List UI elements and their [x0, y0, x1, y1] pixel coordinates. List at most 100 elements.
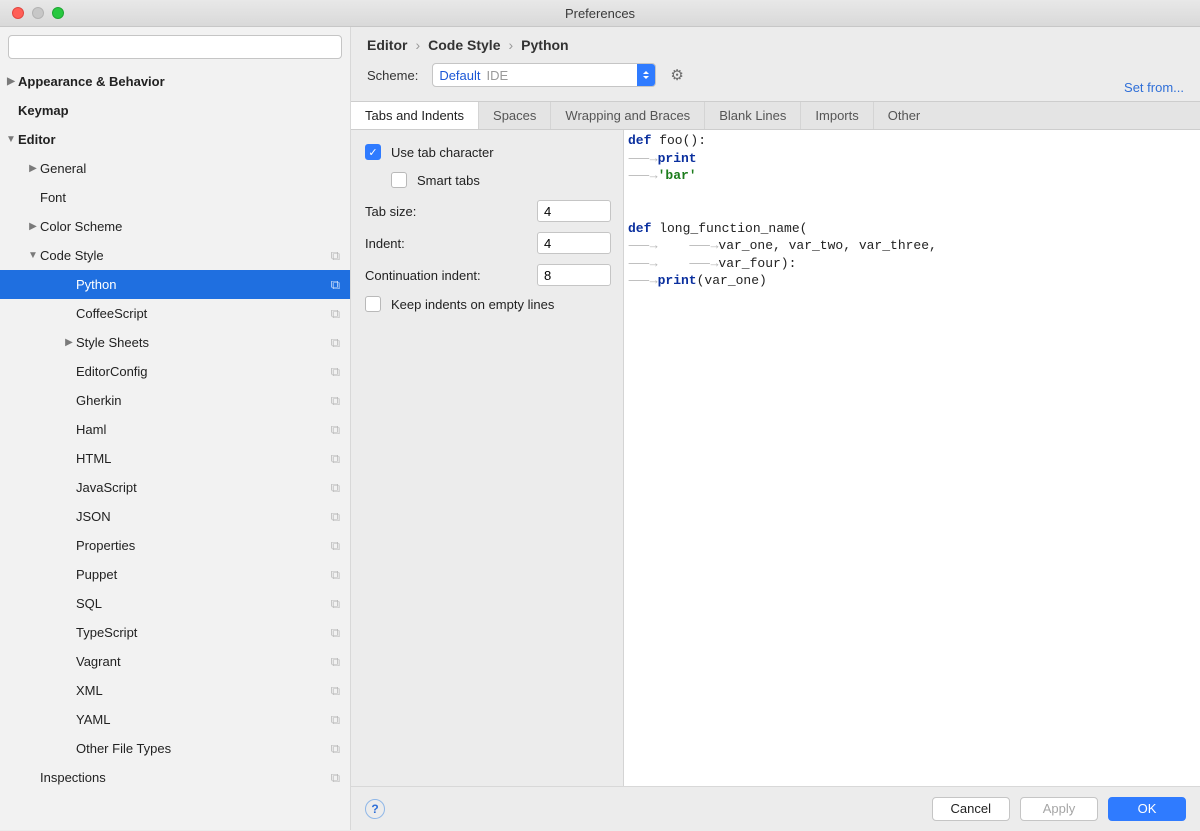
- sidebar-item-inspections[interactable]: Inspections⧉: [0, 763, 350, 792]
- copy-icon: ⧉: [331, 654, 340, 670]
- sidebar-item-label: EditorConfig: [76, 364, 331, 379]
- maximize-icon[interactable]: [52, 7, 64, 19]
- continuation-indent-input[interactable]: [537, 264, 611, 286]
- breadcrumb: Editor › Code Style › Python: [351, 27, 1200, 63]
- copy-icon: ⧉: [331, 480, 340, 496]
- copy-icon: ⧉: [331, 509, 340, 525]
- sidebar-item-other-file-types[interactable]: Other File Types⧉: [0, 734, 350, 763]
- copy-icon: ⧉: [331, 393, 340, 409]
- breadcrumb-part: Python: [521, 37, 568, 53]
- set-from-link[interactable]: Set from...: [1124, 80, 1184, 95]
- sidebar-item-sql[interactable]: SQL⧉: [0, 589, 350, 618]
- sidebar-item-general[interactable]: ▶General: [0, 154, 350, 183]
- indent-input[interactable]: [537, 232, 611, 254]
- disclosure-arrow-icon: ▶: [62, 337, 76, 348]
- smart-tabs-row[interactable]: Smart tabs: [365, 172, 611, 188]
- sidebar-item-font[interactable]: Font: [0, 183, 350, 212]
- copy-icon: ⧉: [331, 451, 340, 467]
- sidebar-item-label: Properties: [76, 538, 331, 553]
- sidebar-item-label: Code Style: [40, 248, 331, 263]
- sidebar-item-label: Haml: [76, 422, 331, 437]
- copy-icon: ⧉: [331, 625, 340, 641]
- tab-tabs-and-indents[interactable]: Tabs and Indents: [351, 102, 479, 129]
- tab-size-input[interactable]: [537, 200, 611, 222]
- sidebar-item-editorconfig[interactable]: EditorConfig⧉: [0, 357, 350, 386]
- sidebar-item-appearance-behavior[interactable]: ▶Appearance & Behavior: [0, 67, 350, 96]
- sidebar-item-gherkin[interactable]: Gherkin⧉: [0, 386, 350, 415]
- sidebar-item-color-scheme[interactable]: ▶Color Scheme: [0, 212, 350, 241]
- sidebar-item-xml[interactable]: XML⧉: [0, 676, 350, 705]
- sidebar-item-vagrant[interactable]: Vagrant⧉: [0, 647, 350, 676]
- code-preview: def foo(): ⸺→print ⸺→'bar' def long_func…: [624, 130, 1200, 786]
- sidebar-item-yaml[interactable]: YAML⧉: [0, 705, 350, 734]
- sidebar-item-code-style[interactable]: ▼Code Style⧉: [0, 241, 350, 270]
- copy-icon: ⧉: [331, 712, 340, 728]
- disclosure-arrow-icon: ▼: [26, 250, 40, 261]
- copy-icon: ⧉: [331, 567, 340, 583]
- apply-button[interactable]: Apply: [1020, 797, 1098, 821]
- checkbox-icon[interactable]: [391, 172, 407, 188]
- copy-icon: ⧉: [331, 364, 340, 380]
- breadcrumb-part: Code Style: [428, 37, 500, 53]
- tab-size-label: Tab size:: [365, 204, 416, 219]
- titlebar: Preferences: [0, 0, 1200, 27]
- checkbox-icon[interactable]: [365, 296, 381, 312]
- sidebar-item-puppet[interactable]: Puppet⧉: [0, 560, 350, 589]
- tab-other[interactable]: Other: [874, 102, 935, 129]
- scheme-select[interactable]: Default IDE: [432, 63, 656, 87]
- chevron-right-icon: ›: [508, 37, 513, 53]
- minimize-icon[interactable]: [32, 7, 44, 19]
- close-icon[interactable]: [12, 7, 24, 19]
- scheme-value: Default: [439, 68, 480, 83]
- sidebar-item-keymap[interactable]: Keymap: [0, 96, 350, 125]
- sidebar-item-label: Style Sheets: [76, 335, 331, 350]
- option-label: Keep indents on empty lines: [391, 297, 554, 312]
- window-controls: [0, 7, 64, 19]
- disclosure-arrow-icon: ▶: [26, 221, 40, 232]
- tab-spaces[interactable]: Spaces: [479, 102, 551, 129]
- tab-imports[interactable]: Imports: [801, 102, 873, 129]
- tab-blank-lines[interactable]: Blank Lines: [705, 102, 801, 129]
- copy-icon: ⧉: [331, 306, 340, 322]
- use-tab-character-row[interactable]: ✓ Use tab character: [365, 144, 611, 160]
- copy-icon: ⧉: [331, 248, 340, 264]
- disclosure-arrow-icon: ▼: [4, 134, 18, 145]
- help-icon[interactable]: ?: [365, 799, 385, 819]
- sidebar-item-style-sheets[interactable]: ▶Style Sheets⧉: [0, 328, 350, 357]
- sidebar-item-label: XML: [76, 683, 331, 698]
- sidebar-item-label: Puppet: [76, 567, 331, 582]
- sidebar-item-json[interactable]: JSON⧉: [0, 502, 350, 531]
- copy-icon: ⧉: [331, 422, 340, 438]
- keep-indents-row[interactable]: Keep indents on empty lines: [365, 296, 611, 312]
- scheme-label: Scheme:: [367, 68, 418, 83]
- sidebar-item-python[interactable]: Python⧉: [0, 270, 350, 299]
- sidebar-item-label: General: [40, 161, 340, 176]
- copy-icon: ⧉: [331, 741, 340, 757]
- select-caret-icon: [637, 64, 655, 86]
- cancel-button[interactable]: Cancel: [932, 797, 1010, 821]
- sidebar-item-coffeescript[interactable]: CoffeeScript⧉: [0, 299, 350, 328]
- sidebar-item-editor[interactable]: ▼Editor: [0, 125, 350, 154]
- breadcrumb-part: Editor: [367, 37, 407, 53]
- settings-tree: ▶Appearance & BehaviorKeymap▼Editor▶Gene…: [0, 65, 350, 830]
- indent-label: Indent:: [365, 236, 405, 251]
- sidebar-item-haml[interactable]: Haml⧉: [0, 415, 350, 444]
- sidebar-item-html[interactable]: HTML⧉: [0, 444, 350, 473]
- checkbox-icon[interactable]: ✓: [365, 144, 381, 160]
- disclosure-arrow-icon: ▶: [4, 76, 18, 87]
- sidebar-item-javascript[interactable]: JavaScript⧉: [0, 473, 350, 502]
- sidebar-item-typescript[interactable]: TypeScript⧉: [0, 618, 350, 647]
- search-input[interactable]: [8, 35, 342, 59]
- sidebar-item-label: HTML: [76, 451, 331, 466]
- ok-button[interactable]: OK: [1108, 797, 1186, 821]
- sidebar-item-label: Editor: [18, 132, 340, 147]
- sidebar-item-label: Python: [76, 277, 331, 292]
- sidebar-item-label: CoffeeScript: [76, 306, 331, 321]
- window-title: Preferences: [0, 6, 1200, 21]
- sidebar-item-label: TypeScript: [76, 625, 331, 640]
- gear-icon[interactable]: ⚙︎: [670, 66, 683, 84]
- copy-icon: ⧉: [331, 596, 340, 612]
- sidebar-item-properties[interactable]: Properties⧉: [0, 531, 350, 560]
- tab-wrapping-and-braces[interactable]: Wrapping and Braces: [551, 102, 705, 129]
- sidebar-item-label: Keymap: [18, 103, 340, 118]
